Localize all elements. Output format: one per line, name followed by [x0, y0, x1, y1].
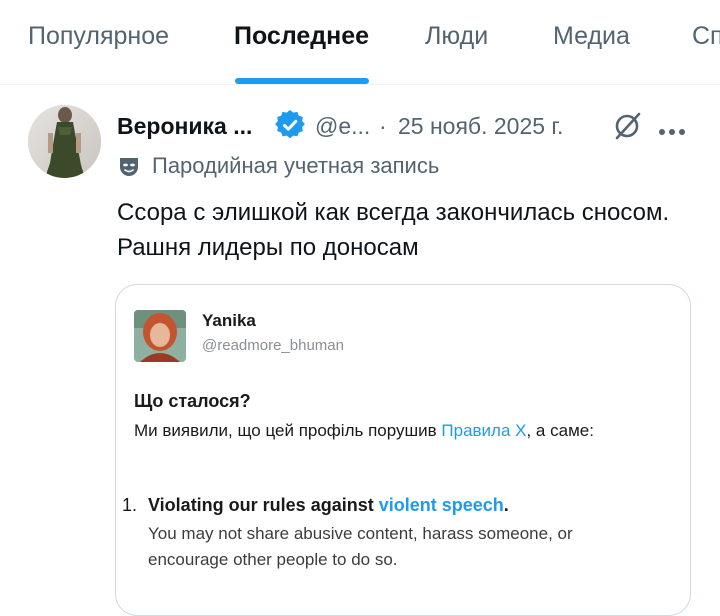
grok-icon[interactable]	[612, 111, 642, 141]
card-handle: @readmore_bhuman	[202, 337, 344, 354]
separator-dot: ·	[379, 113, 387, 139]
rule-number: 1.	[122, 495, 138, 515]
tab-lists[interactable]: Сп	[692, 22, 720, 51]
card-violation-line: Ми виявили, що цей профіль порушив Прави…	[134, 421, 594, 441]
tweet[interactable]: Вероника ... @e... · 25 нояб. 2025 г. Па…	[0, 85, 720, 616]
avatar[interactable]	[28, 105, 101, 178]
tweet-date[interactable]: 25 нояб. 2025 г.	[398, 113, 563, 140]
parody-mask-icon	[117, 155, 141, 179]
tweet-text: Ссора с элишкой как всегда закончилась с…	[117, 199, 670, 261]
rule-title-prefix: Violating our rules against	[148, 495, 379, 515]
tweet-header: Вероника ... @e... · 25 нояб. 2025 г.	[117, 109, 720, 141]
tab-bar: Популярное Последнее Люди Медиа Сп	[0, 0, 720, 85]
rule-title: Violating our rules against violent spee…	[148, 495, 509, 516]
rule-description: You may not share abusive content, haras…	[148, 524, 573, 569]
tab-people[interactable]: Люди	[425, 22, 488, 51]
tab-media[interactable]: Медиа	[553, 22, 630, 51]
violent-speech-link: violent speech	[378, 495, 504, 515]
card-line-suffix: , а саме:	[526, 421, 594, 440]
tab-popular[interactable]: Популярное	[28, 22, 169, 51]
active-tab-indicator	[235, 78, 369, 84]
author-name[interactable]: Вероника ...	[117, 113, 252, 140]
author-handle[interactable]: @e...	[315, 113, 370, 140]
media-card[interactable]: Yanika @readmore_bhuman Що сталося? Ми в…	[115, 284, 691, 616]
tab-latest[interactable]: Последнее	[234, 22, 369, 51]
card-line-prefix: Ми виявили, що цей профіль порушив	[134, 421, 442, 440]
card-heading: Що сталося?	[134, 391, 251, 411]
more-icon[interactable]	[658, 123, 686, 135]
parody-label-text: Пародийная учетная запись	[152, 153, 440, 178]
card-avatar	[134, 310, 186, 362]
rules-link: Правила X	[441, 421, 527, 440]
verified-badge-icon	[275, 109, 305, 140]
card-name: Yanika	[202, 311, 256, 330]
rule-title-suffix: .	[503, 495, 509, 515]
